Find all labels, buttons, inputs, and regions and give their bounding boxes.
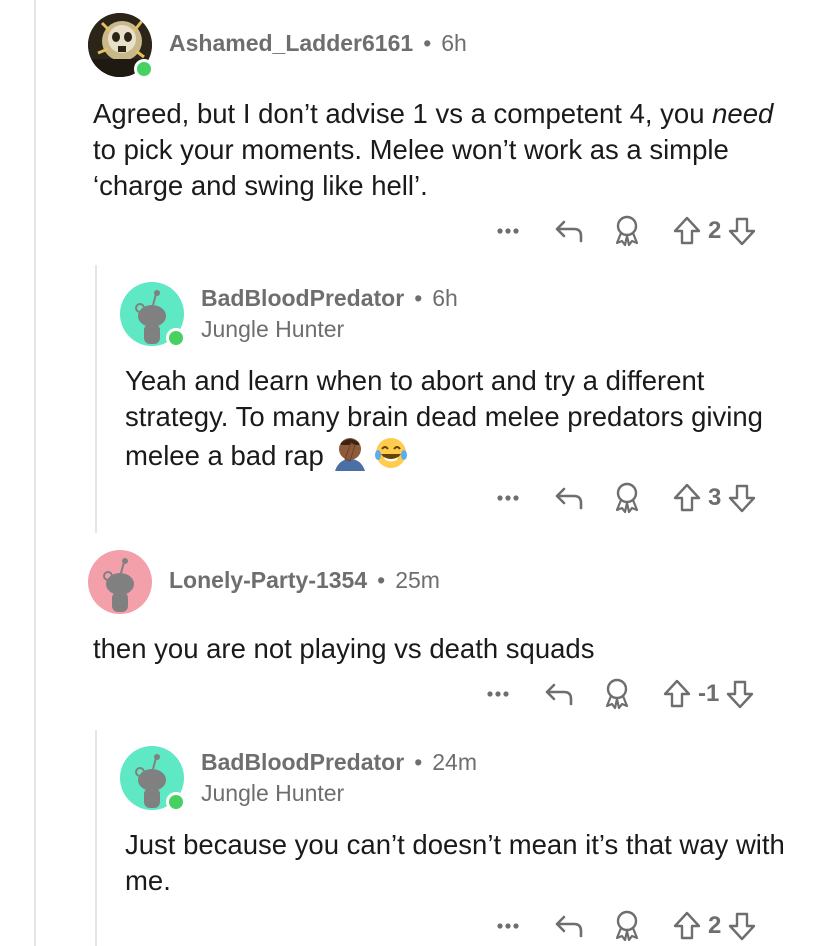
comment-header: Ashamed_Ladder6161 • 6h: [169, 30, 467, 57]
comment-actions: 3: [494, 478, 757, 518]
username-link[interactable]: Lonely-Party-1354: [169, 567, 367, 594]
snoo-icon: [103, 558, 134, 612]
comment-age: 6h: [441, 30, 467, 56]
reply-thread-line[interactable]: [95, 265, 97, 533]
vote-score: 2: [708, 217, 722, 244]
separator-dot: •: [423, 30, 432, 56]
username-link[interactable]: BadBloodPredator: [201, 749, 404, 776]
username-link[interactable]: BadBloodPredator: [201, 285, 404, 312]
online-status-indicator: [134, 59, 154, 79]
more-options-icon[interactable]: [494, 217, 522, 245]
separator-dot: •: [377, 567, 386, 593]
downvote-icon[interactable]: [727, 482, 757, 514]
username-link[interactable]: Ashamed_Ladder6161: [169, 30, 413, 57]
vote-score: 3: [708, 484, 722, 511]
comment-thread: Ashamed_Ladder6161 • 6h Agreed, but I do…: [0, 0, 828, 946]
comment-body: then you are not playing vs death squads: [93, 633, 595, 664]
comment-text: Agreed, but I don’t advise 1 vs a compet…: [93, 98, 713, 129]
reply-icon[interactable]: [552, 481, 586, 515]
comment-body: Agreed, but I don’t advise 1 vs a compet…: [93, 96, 803, 204]
comment-age: 25m: [395, 567, 440, 593]
comment-body: Just because you can’t doesn’t mean it’s…: [125, 829, 785, 896]
more-options-icon[interactable]: [494, 912, 522, 940]
comment-header: BadBloodPredator • 24m: [201, 749, 477, 776]
comment-body: Yeah and learn when to abort and try a d…: [125, 363, 795, 480]
reply-icon[interactable]: [552, 214, 586, 248]
user-flair: Jungle Hunter: [201, 780, 345, 806]
facepalm-emoji: [331, 435, 369, 480]
award-icon[interactable]: [602, 677, 632, 711]
comment-age: 24m: [432, 749, 477, 775]
upvote-icon[interactable]: [672, 910, 702, 942]
upvote-icon[interactable]: [672, 482, 702, 514]
online-status-indicator: [166, 792, 186, 812]
award-icon[interactable]: [612, 909, 642, 943]
award-icon[interactable]: [612, 214, 642, 248]
laughing-tears-emoji: [373, 435, 409, 480]
comment-text: Yeah and learn when to abort and try a d…: [125, 365, 763, 471]
reply-thread-line[interactable]: [95, 730, 97, 946]
comment-text: to pick your moments. Melee won’t work a…: [93, 134, 729, 201]
comment-actions: 2: [494, 211, 757, 251]
user-flair: Jungle Hunter: [201, 316, 345, 342]
separator-dot: •: [414, 285, 423, 311]
vote-score: -1: [698, 680, 720, 707]
upvote-icon[interactable]: [662, 678, 692, 710]
reply-icon[interactable]: [542, 677, 576, 711]
downvote-icon[interactable]: [727, 215, 757, 247]
online-status-indicator: [166, 328, 186, 348]
separator-dot: •: [414, 749, 423, 775]
downvote-icon[interactable]: [727, 910, 757, 942]
upvote-icon[interactable]: [672, 215, 702, 247]
comment-header: BadBloodPredator • 6h: [201, 285, 458, 312]
award-icon[interactable]: [612, 481, 642, 515]
more-options-icon[interactable]: [484, 680, 512, 708]
vote-score: 2: [708, 912, 722, 939]
comment-actions: -1: [484, 674, 755, 714]
more-options-icon[interactable]: [494, 484, 522, 512]
user-avatar[interactable]: [88, 550, 152, 614]
thread-line[interactable]: [34, 0, 36, 946]
downvote-icon[interactable]: [725, 678, 755, 710]
comment-age: 6h: [432, 285, 458, 311]
comment-emphasis: need: [712, 98, 774, 129]
comment-actions: 2: [494, 906, 757, 946]
comment-header: Lonely-Party-1354 • 25m: [169, 567, 440, 594]
reply-icon[interactable]: [552, 909, 586, 943]
